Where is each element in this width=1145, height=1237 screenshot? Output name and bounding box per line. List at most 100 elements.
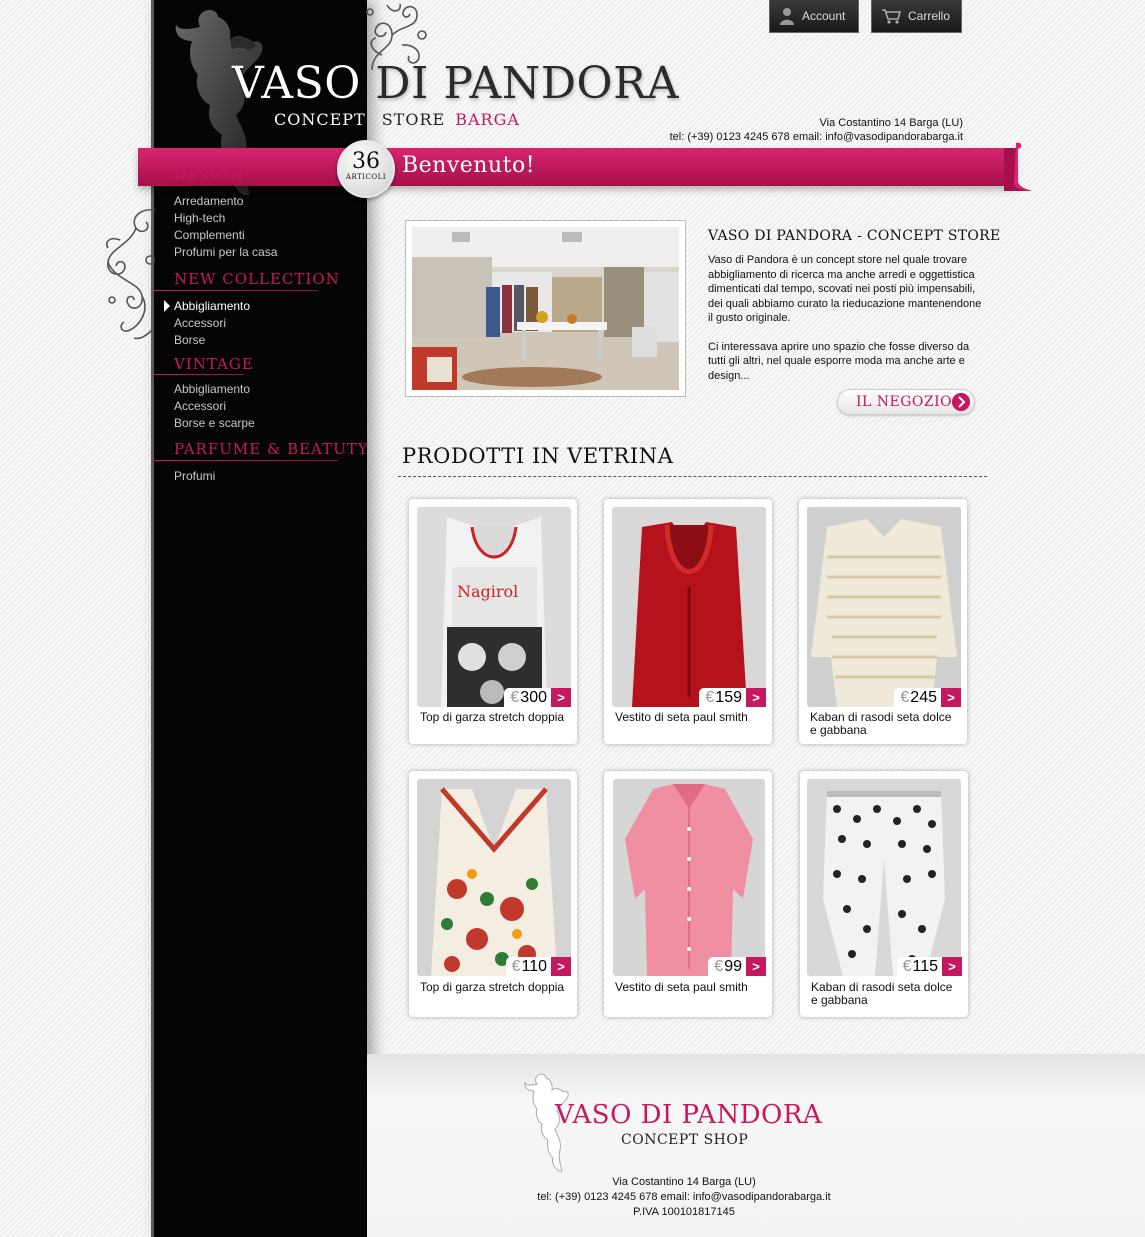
banner-title: Benvenuto! — [402, 153, 536, 178]
product-image[interactable]: Nagirol — [417, 507, 571, 707]
nav-heading-design: DESIGN — [174, 166, 245, 184]
product-image[interactable] — [612, 507, 766, 707]
footer-contacts: tel: (+39) 0123 4245 678 email: info@vas… — [537, 1191, 831, 1203]
product-name[interactable]: Top di garza stretch doppia — [420, 711, 570, 724]
currency-symbol: € — [900, 688, 910, 706]
product-card[interactable]: €115 > Kaban di rasodi seta dolce e gabb… — [800, 771, 968, 1017]
product-card[interactable]: €110 > Top di garza stretch doppia — [409, 771, 577, 1017]
arrow-right-icon — [952, 393, 970, 411]
header-contact: Via Costantino 14 Barga (LU) tel: (+39) … — [600, 116, 963, 144]
logo-title[interactable]: VASO DI PANDORA — [232, 58, 679, 109]
product-card[interactable]: €99 > Vestito di seta paul smith — [604, 771, 772, 1017]
price-tag: €245 > — [894, 688, 961, 707]
cart-button[interactable]: Carrello — [871, 0, 962, 33]
product-price: 300 — [520, 688, 547, 706]
logo-sub-city: BARGA — [455, 110, 520, 129]
product-go-button[interactable]: > — [746, 688, 766, 707]
product-price: 110 — [521, 957, 547, 975]
product-image[interactable] — [417, 779, 571, 976]
article-count: 36 — [352, 149, 380, 174]
product-name[interactable]: Vestito di seta paul smith — [615, 711, 765, 724]
product-go-button[interactable]: > — [942, 957, 962, 976]
logo-sub-concept: CONCEPT — [274, 110, 366, 129]
header-contacts: tel: (+39) 0123 4245 678 email: info@vas… — [669, 131, 963, 143]
product-image[interactable] — [613, 779, 765, 976]
currency-symbol: € — [511, 957, 521, 975]
logo-sub-store: STORE — [381, 110, 446, 129]
footer-logo-title[interactable]: VASO DI PANDORA — [555, 1100, 822, 1130]
product-price: 245 — [910, 688, 937, 706]
nav-item-high-tech[interactable]: High-tech — [174, 211, 225, 225]
negozio-button[interactable]: IL NEGOZIO — [837, 389, 975, 415]
nav-item-complementi[interactable]: Complementi — [174, 228, 245, 242]
product-go-button[interactable]: > — [551, 957, 571, 976]
intro-paragraph: Vaso di Pandora è un concept store nel q… — [708, 254, 982, 324]
currency-symbol: € — [714, 957, 724, 975]
active-arrow-icon — [164, 300, 170, 312]
footer-logo-subtitle: CONCEPT SHOP — [621, 1132, 749, 1148]
product-name[interactable]: Kaban di rasodi seta dolce e gabbana — [810, 711, 960, 737]
swirl-ornament-left — [105, 208, 156, 340]
shop-photo — [405, 220, 686, 397]
products-divider — [398, 476, 987, 477]
nav-item-vintage-accessori[interactable]: Accessori — [174, 399, 226, 413]
products-title: PRODOTTI IN VETRINA — [402, 444, 674, 468]
account-label: Account — [802, 9, 846, 23]
product-price: 115 — [912, 957, 938, 975]
nav-divider — [152, 374, 244, 375]
currency-symbol: € — [705, 688, 715, 706]
product-go-button[interactable]: > — [746, 957, 766, 976]
welcome-banner — [138, 148, 1016, 186]
shop-interior-image — [412, 227, 679, 390]
nav-divider — [152, 185, 234, 186]
nav-item-new-borse[interactable]: Borse — [174, 333, 205, 347]
price-tag: €115 > — [896, 957, 962, 976]
logo-subtitle: CONCEPT STORE BARGA — [274, 110, 520, 129]
currency-symbol: € — [902, 957, 912, 975]
banner-curl — [1004, 142, 1032, 191]
intro-title: VASO DI PANDORA - CONCEPT STORE — [708, 228, 1001, 244]
product-price: 99 — [724, 957, 742, 975]
currency-symbol: € — [510, 688, 520, 706]
nav-item-vintage-abbigliamento[interactable]: Abbigliamento — [174, 382, 250, 396]
product-go-button[interactable]: > — [551, 688, 571, 707]
product-image[interactable] — [807, 507, 961, 707]
account-button[interactable]: Account — [769, 0, 859, 33]
nav-item-profumi[interactable]: Profumi — [174, 469, 215, 483]
price-tag: €99 > — [708, 957, 766, 976]
price-tag: €159 > — [699, 688, 766, 707]
header-address: Via Costantino 14 Barga (LU) — [819, 117, 964, 129]
article-count-badge: 36 ARTICOLI — [337, 140, 395, 198]
product-name[interactable]: Top di garza stretch doppia — [420, 981, 570, 994]
nav-item-new-abbigliamento[interactable]: Abbigliamento — [174, 299, 250, 313]
nav-item-arredamento[interactable]: Arredamento — [174, 194, 243, 208]
nav-divider — [152, 290, 318, 291]
product-card[interactable]: €245 > Kaban di rasodi seta dolce e gabb… — [799, 499, 967, 744]
product-go-button[interactable]: > — [941, 688, 961, 707]
negozio-label: IL NEGOZIO — [856, 394, 953, 410]
product-card[interactable]: €159 > Vestito di seta paul smith — [604, 499, 772, 744]
product-card[interactable]: Nagirol €300 > Top di garza stretch dopp… — [409, 499, 577, 744]
article-count-label: ARTICOLI — [345, 173, 387, 181]
product-name[interactable]: Kaban di rasodi seta dolce e gabbana — [811, 981, 961, 1007]
price-tag: €110 > — [505, 957, 571, 976]
price-tag: €300 > — [504, 688, 571, 707]
footer-info: Via Costantino 14 Barga (LU) tel: (+39) … — [480, 1175, 888, 1220]
product-price: 159 — [715, 688, 742, 706]
footer-vat: P.IVA 100101817145 — [633, 1206, 735, 1218]
logo-title-second: DI PANDORA — [375, 58, 680, 109]
nav-divider — [152, 460, 338, 461]
nav-heading-new-collection: NEW COLLECTION — [174, 270, 340, 288]
cart-icon — [882, 9, 902, 24]
intro-text: Vaso di Pandora è un concept store nel q… — [708, 253, 983, 397]
nav-item-new-accessori[interactable]: Accessori — [174, 316, 226, 330]
footer-address: Via Costantino 14 Barga (LU) — [612, 1176, 756, 1188]
nav-item-vintage-borse-scarpe[interactable]: Borse e scarpe — [174, 416, 255, 430]
product-name[interactable]: Vestito di seta paul smith — [615, 981, 765, 994]
logo-title-first: VASO — [232, 58, 376, 109]
svg-text:Nagirol: Nagirol — [457, 582, 518, 601]
cart-label: Carrello — [908, 9, 951, 23]
user-icon — [780, 8, 794, 25]
product-image[interactable] — [807, 779, 961, 976]
nav-item-profumi-casa[interactable]: Profumi per la casa — [174, 245, 277, 259]
